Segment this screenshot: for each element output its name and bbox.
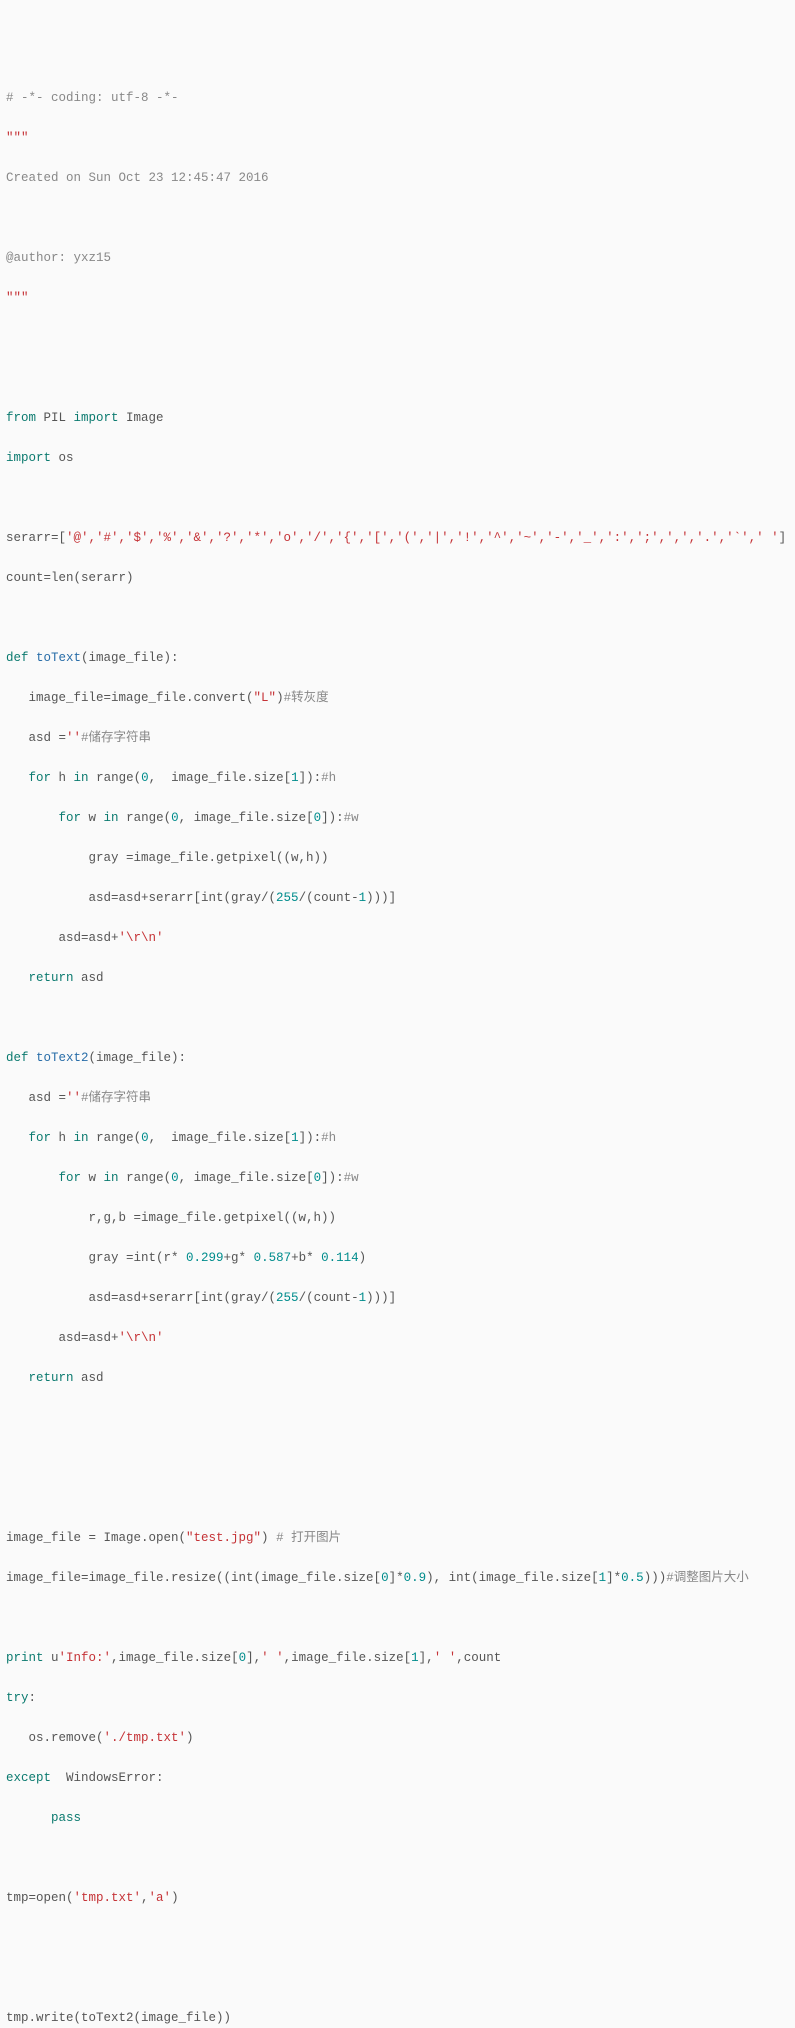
docstring-open: """ (6, 131, 29, 145)
keyword-from: from (6, 411, 36, 425)
code-block: # -*- coding: utf-8 -*- """ Created on S… (6, 88, 789, 2028)
func-toText: toText (29, 651, 82, 665)
keyword-import: import (6, 451, 51, 465)
serarr-assign: serarr=[ (6, 531, 66, 545)
count-assign: count=len(serarr) (6, 571, 134, 585)
keyword-try: try (6, 1691, 29, 1705)
keyword-pass: pass (51, 1811, 81, 1825)
keyword-return: return (29, 1371, 74, 1385)
func-toText2: toText2 (29, 1051, 89, 1065)
comment: # -*- coding: utf-8 -*- (6, 91, 179, 105)
keyword-import: import (74, 411, 119, 425)
keyword-except: except (6, 1771, 51, 1785)
docstring-line: Created on Sun Oct 23 12:45:47 2016 (6, 171, 269, 185)
tmp-write: tmp.write(toText2(image_file)) (6, 2011, 231, 2025)
keyword-def: def (6, 651, 29, 665)
docstring-author: @author: yxz15 (6, 251, 111, 265)
keyword-return: return (29, 971, 74, 985)
keyword-def: def (6, 1051, 29, 1065)
keyword-print: print (6, 1651, 44, 1665)
docstring-close: """ (6, 291, 29, 305)
